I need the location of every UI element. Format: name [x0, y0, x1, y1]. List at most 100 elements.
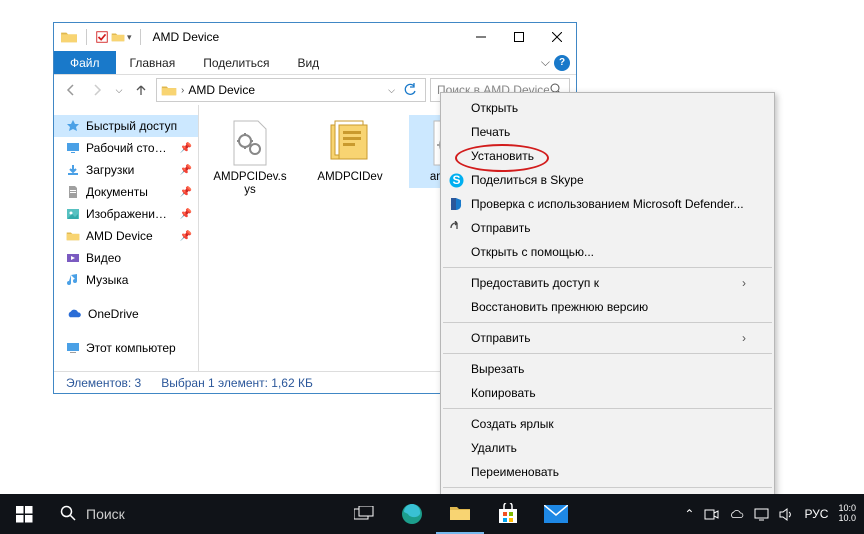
tab-view[interactable]: Вид	[283, 51, 333, 74]
taskbar-edge[interactable]	[388, 494, 436, 534]
chevron-right-icon: ›	[742, 331, 746, 345]
pictures-icon	[66, 207, 80, 221]
tab-share[interactable]: Поделиться	[189, 51, 283, 74]
pin-icon: 📌	[180, 231, 192, 242]
address-bar[interactable]: › AMD Device ⌵	[156, 78, 426, 102]
ctx-rename[interactable]: Переименовать	[441, 460, 774, 484]
taskbar-explorer[interactable]	[436, 494, 484, 534]
ctx-cut[interactable]: Вырезать	[441, 357, 774, 381]
catalog-icon	[326, 119, 374, 167]
ribbon-expand-icon[interactable]: ⌵	[541, 55, 550, 70]
window-title: AMD Device	[147, 30, 462, 44]
sidebar-item-video[interactable]: Видео	[54, 247, 198, 269]
search-icon	[60, 505, 76, 524]
sidebar-item-thispc[interactable]: Этот компьютер	[54, 337, 198, 359]
search-placeholder: Поиск	[86, 506, 125, 522]
maximize-button[interactable]	[500, 23, 538, 51]
ctx-open[interactable]: Открыть	[441, 96, 774, 120]
folder-small-icon[interactable]	[111, 31, 125, 43]
ctx-give-access[interactable]: Предоставить доступ к›	[441, 271, 774, 295]
refresh-button[interactable]	[399, 83, 421, 97]
minimize-button[interactable]	[462, 23, 500, 51]
taskbar-store[interactable]	[484, 494, 532, 534]
forward-button[interactable]	[86, 79, 108, 101]
onedrive-tray-icon[interactable]	[729, 507, 744, 522]
share-icon	[447, 221, 465, 235]
address-dropdown-icon[interactable]: ⌵	[388, 85, 395, 96]
sidebar-item-music[interactable]: Музыка	[54, 269, 198, 291]
back-button[interactable]	[60, 79, 82, 101]
folder-icon	[449, 504, 471, 522]
sidebar-item-amd[interactable]: AMD Device📌	[54, 225, 198, 247]
titlebar-overflow-icon[interactable]: ▾	[127, 32, 132, 43]
pin-icon: 📌	[180, 187, 192, 198]
sidebar-item-pictures[interactable]: Изображени…📌	[54, 203, 198, 225]
close-button[interactable]	[538, 23, 576, 51]
ctx-skype[interactable]: SПоделиться в Skype	[441, 168, 774, 192]
context-menu: Открыть Печать Установить SПоделиться в …	[440, 92, 775, 519]
address-path[interactable]: AMD Device	[188, 83, 255, 97]
file-label: AMDPCIDev.sys	[213, 171, 287, 197]
star-icon	[66, 119, 80, 133]
pin-icon: 📌	[180, 143, 192, 154]
shield-icon	[447, 197, 465, 211]
file-label: AMDPCIDev	[317, 171, 382, 184]
up-button[interactable]	[130, 79, 152, 101]
ctx-restore[interactable]: Восстановить прежнюю версию	[441, 295, 774, 319]
desktop-icon	[66, 141, 80, 155]
sidebar: Быстрый доступ Рабочий сто…📌 Загрузки📌 Д…	[54, 105, 199, 371]
ribbon: Файл Главная Поделиться Вид ⌵ ?	[54, 51, 576, 75]
mail-icon	[544, 505, 568, 523]
folder-icon	[60, 30, 78, 44]
svg-text:S: S	[452, 173, 460, 187]
help-icon[interactable]: ?	[554, 55, 570, 71]
ctx-send-to[interactable]: Отправить›	[441, 326, 774, 350]
store-icon	[497, 503, 519, 525]
taskbar: Поиск ⌃ РУС 10:0 10.0	[0, 494, 864, 534]
language-indicator[interactable]: РУС	[804, 507, 828, 521]
tray-overflow-button[interactable]: ⌃	[684, 507, 694, 521]
ctx-delete[interactable]: Удалить	[441, 436, 774, 460]
status-selection: Выбран 1 элемент: 1,62 КБ	[161, 376, 313, 390]
status-item-count: Элементов: 3	[66, 376, 141, 390]
volume-icon[interactable]	[779, 507, 794, 522]
pin-icon: 📌	[180, 165, 192, 176]
tab-home[interactable]: Главная	[116, 51, 190, 74]
ctx-defender[interactable]: Проверка с использованием Microsoft Defe…	[441, 192, 774, 216]
task-view-button[interactable]	[340, 494, 388, 534]
system-tray: ⌃ РУС 10:0 10.0	[676, 494, 864, 534]
chevron-right-icon[interactable]: ›	[181, 85, 184, 96]
sidebar-item-documents[interactable]: Документы📌	[54, 181, 198, 203]
sidebar-item-downloads[interactable]: Загрузки📌	[54, 159, 198, 181]
taskview-icon	[354, 506, 374, 522]
video-icon	[66, 251, 80, 265]
taskbar-mail[interactable]	[532, 494, 580, 534]
music-icon	[66, 273, 80, 287]
windows-icon	[16, 506, 33, 523]
download-icon	[66, 163, 80, 177]
ctx-copy[interactable]: Копировать	[441, 381, 774, 405]
network-icon[interactable]	[754, 507, 769, 522]
ctx-send-share[interactable]: Отправить	[441, 216, 774, 240]
ctx-print[interactable]: Печать	[441, 120, 774, 144]
quickaccess-checkmark-icon[interactable]	[95, 30, 109, 44]
file-item-cat[interactable]: AMDPCIDev	[309, 115, 391, 188]
meet-now-icon[interactable]	[704, 507, 719, 522]
sidebar-item-desktop[interactable]: Рабочий сто…📌	[54, 137, 198, 159]
ctx-shortcut[interactable]: Создать ярлык	[441, 412, 774, 436]
titlebar: ▾ AMD Device	[54, 23, 576, 51]
ctx-install[interactable]: Установить	[441, 144, 774, 168]
taskbar-clock[interactable]: 10:0 10.0	[838, 504, 856, 524]
ctx-open-with[interactable]: Открыть с помощью...	[441, 240, 774, 264]
recent-locations-button[interactable]: ⌵	[112, 79, 126, 101]
start-button[interactable]	[0, 494, 48, 534]
document-icon	[66, 185, 80, 199]
chevron-right-icon: ›	[742, 276, 746, 290]
tab-file[interactable]: Файл	[54, 51, 116, 74]
address-folder-icon	[161, 84, 177, 97]
sidebar-item-onedrive[interactable]: OneDrive	[54, 303, 198, 325]
file-item-sys[interactable]: AMDPCIDev.sys	[209, 115, 291, 201]
computer-icon	[66, 341, 80, 355]
taskbar-search[interactable]: Поиск	[48, 494, 340, 534]
sidebar-item-quickaccess[interactable]: Быстрый доступ	[54, 115, 198, 137]
